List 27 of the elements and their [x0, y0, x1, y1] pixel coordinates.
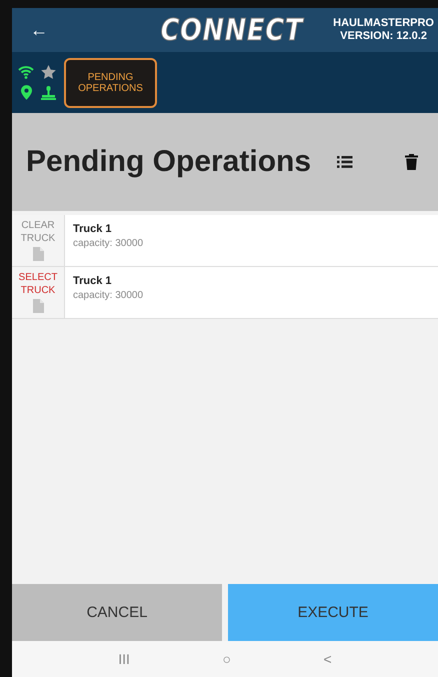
- app-name: HAULMASTERPRO: [333, 17, 434, 30]
- version-text: VERSION: 12.0.2: [340, 30, 427, 43]
- home-button[interactable]: ○: [216, 650, 237, 668]
- document-icon: [32, 299, 44, 313]
- trash-icon[interactable]: [405, 154, 418, 170]
- document-icon: [32, 247, 44, 261]
- truck-row[interactable]: SELECT TRUCK Truck 1 capacity: 30000: [12, 267, 438, 319]
- truck-capacity: capacity: 30000: [73, 290, 144, 301]
- clear-truck-button[interactable]: CLEAR TRUCK: [20, 219, 56, 245]
- truck-capacity: capacity: 30000: [73, 238, 144, 249]
- pending-operations-tab[interactable]: PENDING OPERATIONS: [64, 58, 157, 108]
- star-icon: [40, 65, 56, 79]
- app-logo: CONNECT: [160, 12, 304, 48]
- select-truck-button[interactable]: SELECT TRUCK: [18, 271, 58, 297]
- page-title: Pending Operations: [26, 145, 312, 179]
- truck-row[interactable]: CLEAR TRUCK Truck 1 capacity: 30000: [12, 215, 438, 267]
- cancel-button[interactable]: CANCEL: [12, 584, 222, 641]
- back-nav-button[interactable]: <: [318, 650, 338, 668]
- execute-button[interactable]: EXECUTE: [228, 584, 438, 641]
- truck-name: Truck 1: [73, 275, 113, 287]
- list-icon[interactable]: [337, 155, 353, 169]
- stamp-icon: [40, 86, 56, 100]
- wifi-icon: [18, 65, 34, 79]
- back-button[interactable]: ←: [30, 20, 148, 40]
- recent-apps-button[interactable]: III: [112, 650, 136, 668]
- truck-name: Truck 1: [73, 223, 113, 235]
- location-pin-icon: [20, 85, 32, 100]
